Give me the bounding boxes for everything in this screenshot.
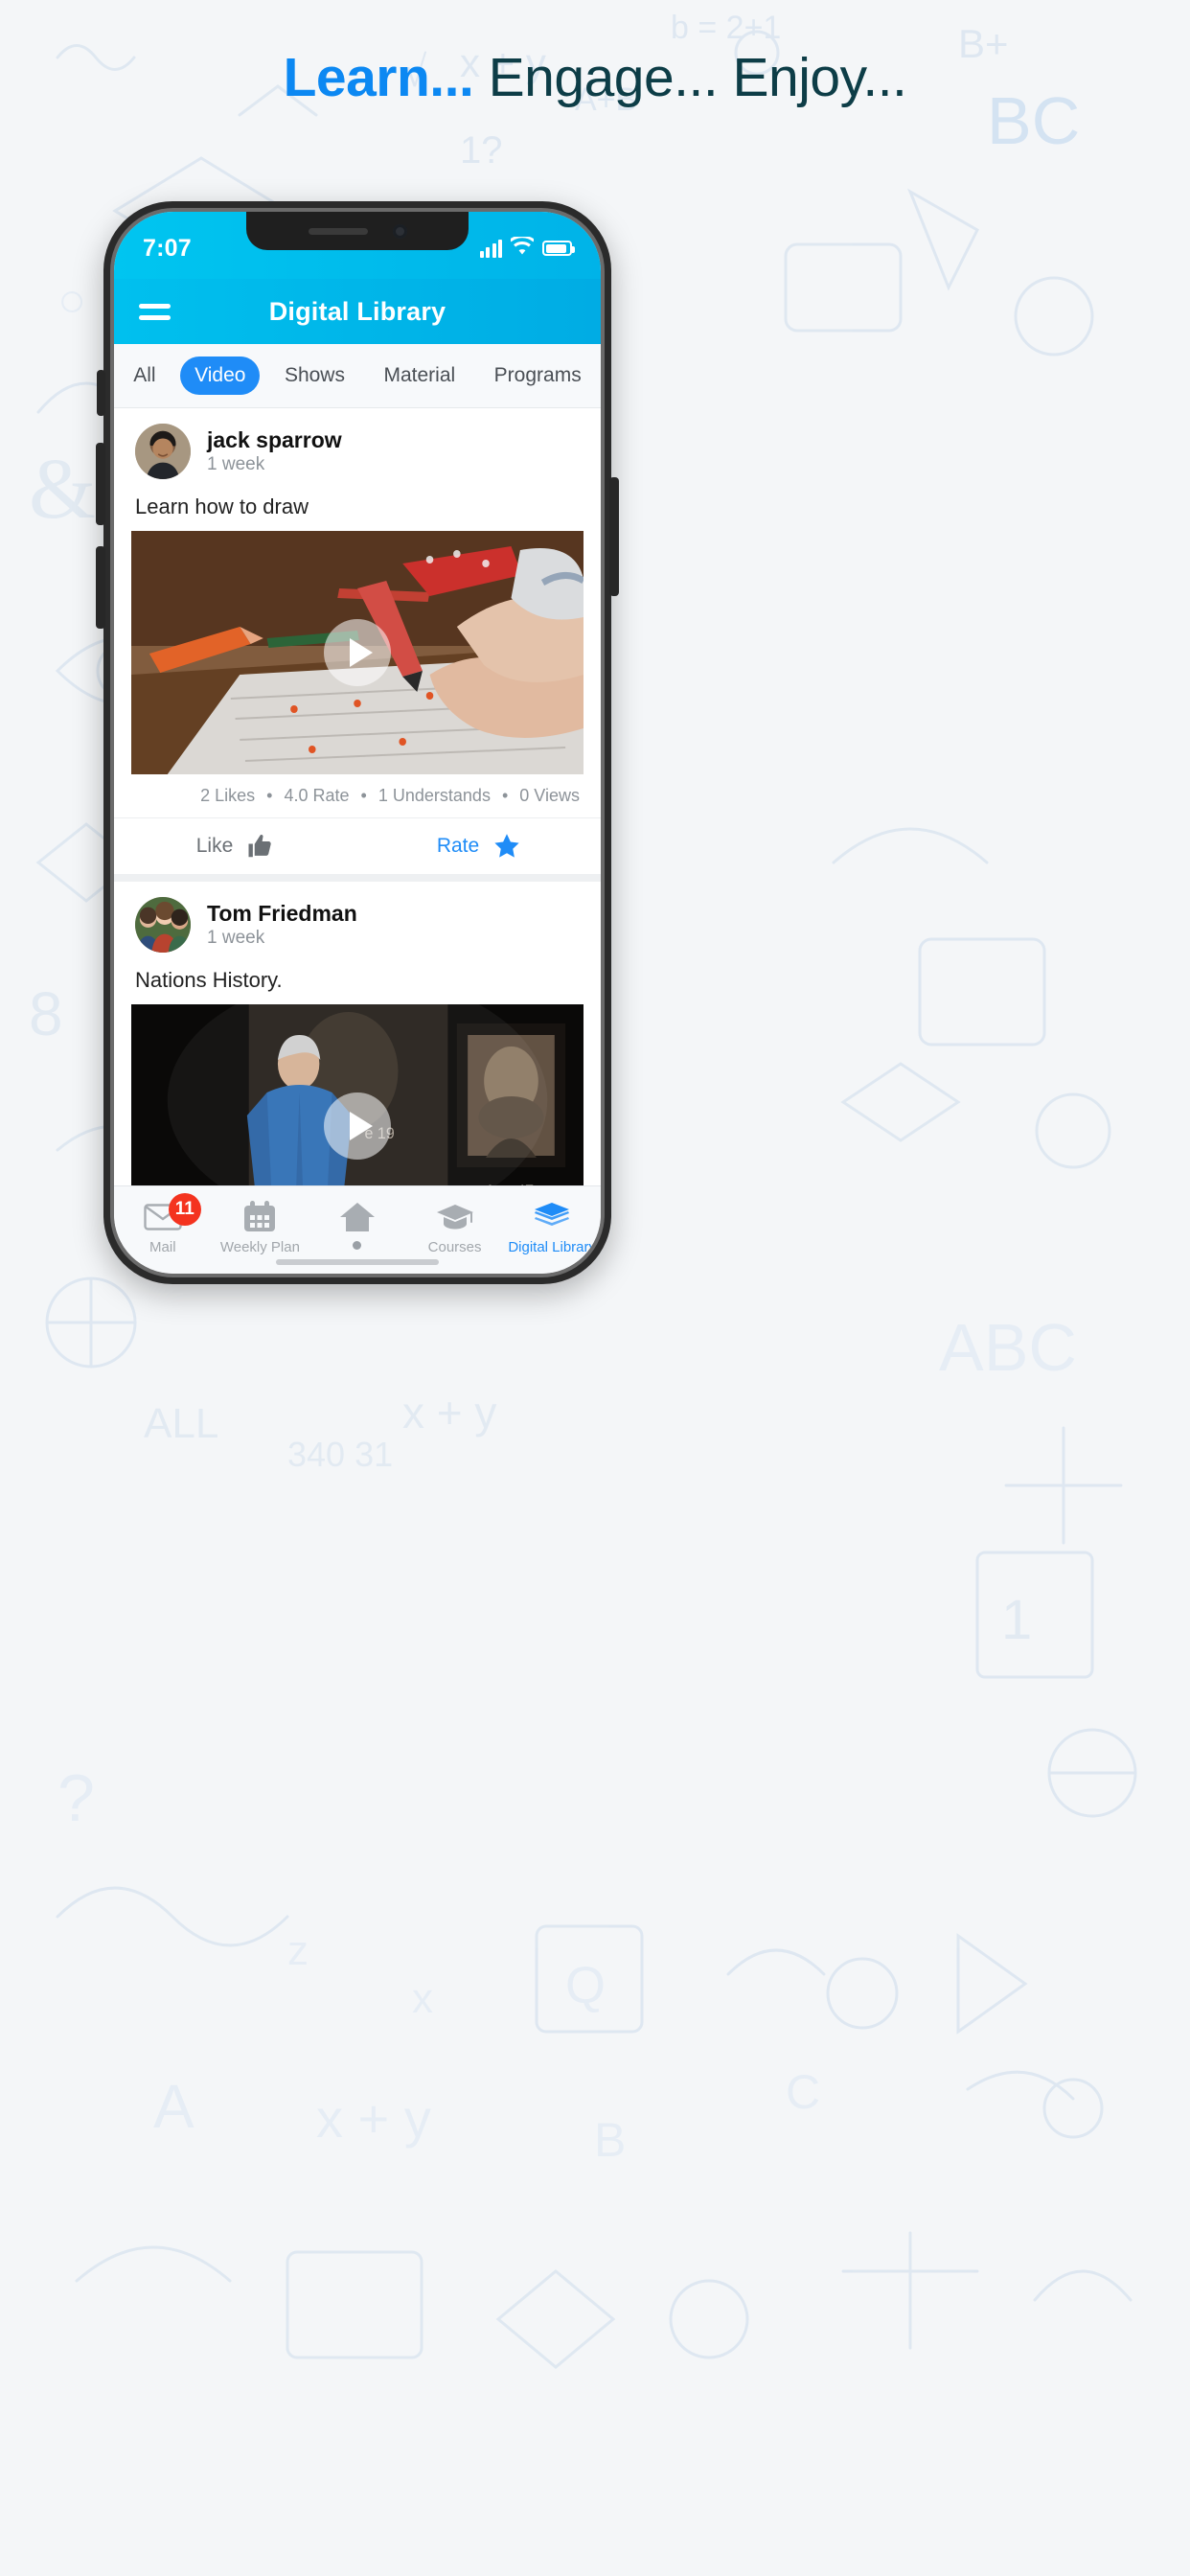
home-icon [338,1200,377,1234]
post-author: jack sparrow [207,427,342,452]
stat-separator: • [266,786,273,805]
nav-label-courses: Courses [427,1238,482,1255]
status-icons [479,235,575,260]
svg-text:1?: 1? [460,129,503,172]
tab-shows[interactable]: Shows [270,356,359,395]
phone-volume-down-button[interactable] [96,546,105,629]
hamburger-menu-icon[interactable] [139,297,171,327]
status-bar: 7:07 [114,212,601,279]
feed-list[interactable]: jack sparrow 1 week Learn how to draw 2 … [114,408,601,1185]
tab-all[interactable]: All [119,356,170,395]
headline-learn: Learn... [283,47,474,108]
battery-icon [542,241,575,256]
play-button-icon[interactable] [324,619,391,686]
home-indicator[interactable] [276,1259,439,1265]
svg-text:A: A [153,2072,195,2141]
headline-enjoy: Enjoy... [732,47,907,108]
svg-text:z: z [287,1927,309,1974]
nav-item-home[interactable] [309,1200,406,1254]
star-icon [492,832,521,861]
post-text: Nations History. [135,968,283,992]
stat-separator: • [501,786,509,805]
like-button[interactable]: Like [114,832,357,861]
play-button-icon[interactable] [324,1092,391,1160]
phone-volume-up-button[interactable] [96,443,105,525]
svg-text:ALL: ALL [144,1400,218,1447]
bottom-navigation: 11 Mail Weekly Plan Courses Digital Libr… [114,1185,601,1274]
phone-screen: 7:07 Digital Library All Video Shows Mat… [114,212,601,1274]
avatar[interactable] [135,897,191,953]
svg-text:340 31: 340 31 [287,1435,393,1474]
nav-label-mail: Mail [149,1238,176,1255]
nav-item-mail[interactable]: 11 Mail [114,1192,212,1255]
mail-icon: 11 [144,1192,201,1234]
svg-text:x: x [412,1975,433,2022]
post-media-thumbnail[interactable]: Age 47 e 19 [131,1004,584,1185]
post-card: jack sparrow 1 week Learn how to draw 2 … [114,408,601,874]
home-active-dot [353,1241,362,1250]
graduation-cap-icon [436,1200,474,1234]
phone-mockup: 7:07 Digital Library All Video Shows Mat… [96,201,619,1284]
rate-button[interactable]: Rate [357,832,601,861]
stat-likes: 2 Likes [200,786,256,805]
avatar[interactable] [135,424,191,479]
nav-label-weekly-plan: Weekly Plan [219,1238,300,1255]
nav-item-digital-library[interactable]: Digital Library [503,1200,601,1255]
post-timestamp: 1 week [207,454,265,474]
svg-text:x + y: x + y [402,1388,496,1438]
phone-mute-switch[interactable] [97,370,105,416]
svg-text:○: ○ [57,273,86,327]
post-text: Learn how to draw [135,494,309,518]
post-header: Tom Friedman 1 week [114,882,601,962]
stat-understands: 1 Understands [378,786,491,805]
svg-text:8: 8 [29,979,63,1048]
page-headline: Learn... Engage... Enjoy... [0,46,1190,109]
stat-separator: • [360,786,367,805]
phone-power-button[interactable] [609,477,619,596]
front-camera [392,223,407,239]
svg-text:1: 1 [1001,1589,1032,1651]
svg-text:x + y: x + y [316,2088,431,2149]
svg-text:&: & [29,442,96,537]
nav-item-courses[interactable]: Courses [406,1200,504,1255]
svg-text:ABC: ABC [939,1310,1077,1385]
nav-item-weekly-plan[interactable]: Weekly Plan [212,1200,309,1255]
tab-programs[interactable]: Programs [480,356,596,395]
rate-label: Rate [436,835,480,857]
mail-badge: 11 [168,1192,201,1226]
signal-bars-icon [479,239,502,258]
tab-material[interactable]: Material [369,356,469,395]
post-timestamp: 1 week [207,928,265,948]
post-author: Tom Friedman [207,901,357,926]
post-media-thumbnail[interactable] [131,531,584,774]
status-time: 7:07 [143,234,192,262]
calendar-icon [242,1200,277,1234]
nav-label-digital-library: Digital Library [508,1238,597,1255]
post-card: Tom Friedman 1 week Nations History. [114,882,601,1185]
wifi-icon [509,235,536,260]
svg-text:?: ? [57,1760,95,1835]
post-meta: Tom Friedman 1 week [207,901,357,949]
phone-frame-inner: 7:07 Digital Library All Video Shows Mat… [114,212,601,1274]
like-label: Like [195,835,234,857]
svg-text:Q: Q [565,1957,606,2014]
svg-text:C: C [786,2065,820,2119]
stat-views: 0 Views [519,786,580,805]
earpiece-speaker [308,227,368,235]
tab-video[interactable]: Video [180,356,261,395]
phone-notch [246,212,469,250]
svg-text:b = 2+1: b = 2+1 [671,10,781,46]
page-title: Digital Library [268,296,446,326]
svg-text:B: B [594,2113,626,2167]
headline-engage: Engage... [488,47,719,108]
stat-rate: 4.0 Rate [284,786,350,805]
post-stats: 2 Likes • 4.0 Rate • 1 Understands • 0 V… [114,774,601,817]
post-actions: Like Rate [114,817,601,874]
post-meta: jack sparrow 1 week [207,427,342,475]
category-tabs: All Video Shows Material Programs [114,344,601,408]
thumbs-up-icon [246,832,275,861]
app-bar: Digital Library [114,279,601,344]
books-icon [533,1200,571,1234]
post-header: jack sparrow 1 week [114,408,601,489]
